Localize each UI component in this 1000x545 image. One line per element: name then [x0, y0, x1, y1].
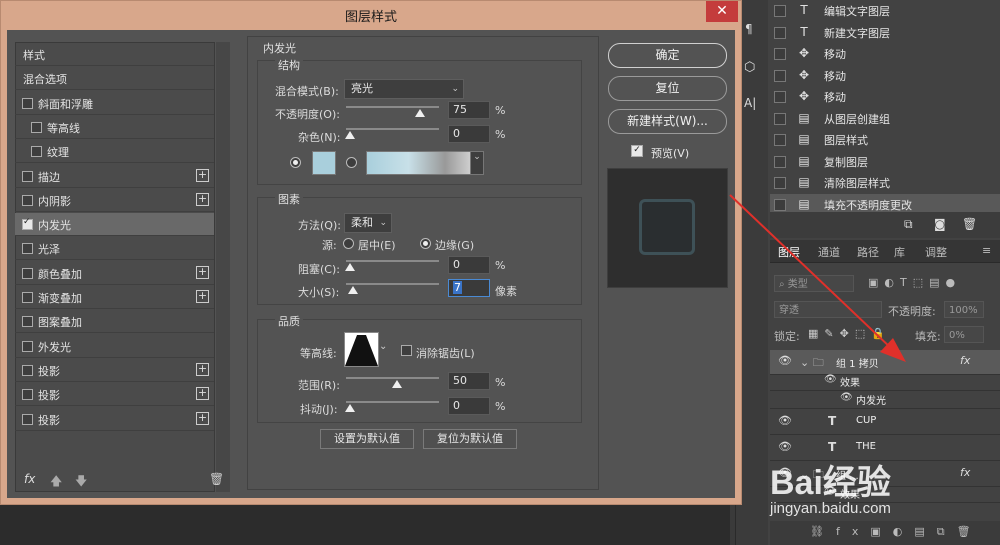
watermark-url: jingyan.baidu.com: [770, 500, 891, 517]
watermark-brand: Bai经验: [770, 464, 891, 502]
